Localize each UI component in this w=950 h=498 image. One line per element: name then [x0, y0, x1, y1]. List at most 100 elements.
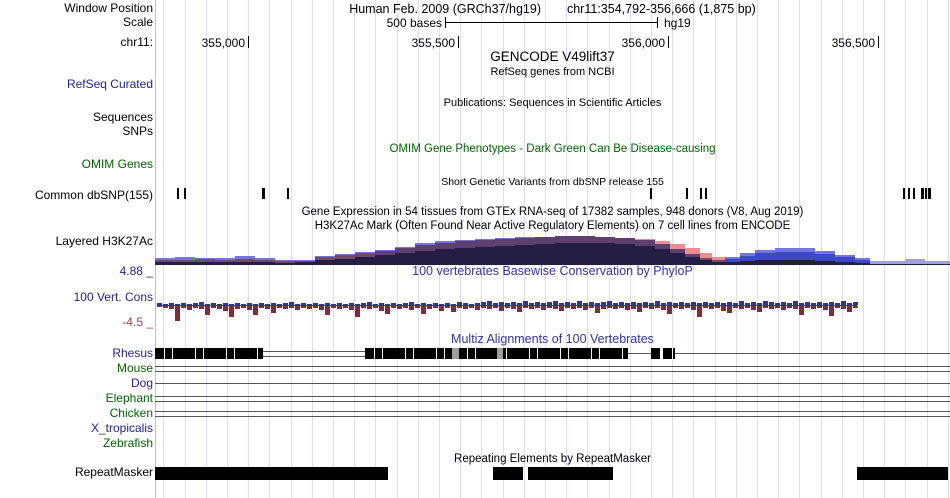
- phylop-positive-bar: [343, 304, 348, 305]
- phylop-negative-bar: [793, 306, 798, 309]
- gencode-track-title[interactable]: GENCODE V49lift37: [155, 50, 950, 64]
- alignment-double-line[interactable]: [155, 401, 950, 402]
- repeat-block[interactable]: [493, 467, 523, 480]
- phylop-positive-bar: [649, 303, 654, 305]
- phylop-positive-bar: [823, 303, 828, 305]
- h3k27ac-signal-bar: [655, 249, 670, 265]
- snp-variant-tick[interactable]: [913, 188, 915, 199]
- gtex-track-title[interactable]: Gene Expression in 54 tissues from GTEx …: [155, 206, 950, 219]
- phylop-positive-bar: [373, 304, 378, 305]
- h3k27ac-signal-bar: [155, 260, 175, 262]
- snp-variant-tick[interactable]: [287, 188, 289, 199]
- repeat-block[interactable]: [155, 467, 388, 480]
- snp-variant-tick[interactable]: [184, 188, 186, 199]
- track-label-elephant[interactable]: Elephant: [106, 392, 153, 405]
- repeatmasker-track-title[interactable]: Repeating Elements by RepeatMasker: [155, 453, 950, 466]
- h3k27ac-signal-bar: [925, 261, 950, 264]
- h3k27ac-signal-bar: [595, 237, 615, 243]
- snp-variant-tick[interactable]: [700, 188, 702, 199]
- phylop-negative-bar: [565, 306, 570, 308]
- phylop-positive-bar: [535, 302, 540, 305]
- track-label-100-vert-cons[interactable]: 100 Vert. Cons: [74, 291, 153, 304]
- h3k27ac-signal-bar: [855, 258, 870, 260]
- snp-variant-tick[interactable]: [903, 188, 905, 199]
- phylop-negative-bar: [373, 306, 378, 308]
- phylop-negative-bar: [571, 306, 576, 309]
- phylop-positive-bar: [667, 302, 672, 305]
- alignment-block[interactable]: [155, 348, 263, 359]
- alignment-single-line[interactable]: [628, 353, 651, 354]
- track-label-snps[interactable]: SNPs: [122, 125, 153, 138]
- track-label-rhesus[interactable]: Rhesus: [112, 347, 153, 360]
- track-label-common-dbsnp[interactable]: Common dbSNP(155): [35, 189, 153, 202]
- track-label-refseq-curated[interactable]: RefSeq Curated: [67, 78, 153, 91]
- h3k27ac-signal-bar: [175, 260, 195, 262]
- alignment-double-line[interactable]: [263, 356, 365, 357]
- alignment-double-line[interactable]: [263, 351, 365, 352]
- h3k27ac-track-title[interactable]: H3K27Ac Mark (Often Found Near Active Re…: [155, 220, 950, 233]
- alignment-block[interactable]: [651, 348, 660, 359]
- alignment-single-line[interactable]: [155, 383, 950, 384]
- track-label-mouse[interactable]: Mouse: [117, 362, 153, 375]
- track-label-sequences[interactable]: Sequences: [93, 111, 153, 124]
- track-label-layered-h3k27ac[interactable]: Layered H3K27Ac: [56, 235, 153, 248]
- alignment-single-line[interactable]: [675, 353, 950, 354]
- h3k27ac-signal-bar: [870, 264, 890, 265]
- phylop-positive-bar: [181, 303, 186, 305]
- phylop-track-title[interactable]: 100 vertebrates Basewise Conservation by…: [155, 265, 950, 278]
- h3k27ac-signal-bar: [740, 256, 755, 261]
- phylop-negative-bar: [577, 306, 582, 308]
- snp-variant-tick[interactable]: [925, 188, 927, 199]
- snp-variant-tick[interactable]: [908, 188, 910, 199]
- alignment-double-line[interactable]: [155, 416, 950, 417]
- snp-variant-tick[interactable]: [928, 188, 931, 199]
- phylop-negative-bar: [379, 306, 384, 311]
- h3k27ac-signal-bar: [235, 262, 255, 265]
- alignment-gray-block[interactable]: [452, 348, 459, 359]
- phylop-positive-bar: [163, 304, 168, 305]
- track-label-omim-genes[interactable]: OMIM Genes: [82, 158, 153, 171]
- snp-variant-tick[interactable]: [705, 188, 707, 199]
- dbsnp-track-title[interactable]: Short Genetic Variants from dbSNP releas…: [155, 176, 950, 189]
- multiz-track-title[interactable]: Multiz Alignments of 100 Vertebrates: [155, 333, 950, 346]
- track-label-x-tropicalis[interactable]: X_tropicalis: [91, 422, 153, 435]
- track-label-dog[interactable]: Dog: [131, 377, 153, 390]
- phylop-negative-bar: [241, 306, 246, 308]
- phylop-negative-bar: [475, 306, 480, 310]
- h3k27ac-signal-bar: [235, 259, 255, 262]
- h3k27ac-signal-bar: [415, 251, 435, 265]
- h3k27ac-signal-bar: [795, 260, 815, 265]
- phylop-negative-bar: [787, 306, 792, 308]
- phylop-positive-bar: [421, 303, 426, 305]
- phylop-positive-bar: [793, 301, 798, 305]
- ruler-tick-label: 355,500: [411, 36, 455, 50]
- refseq-track-title[interactable]: RefSeq genes from NCBI: [155, 66, 950, 79]
- phylop-negative-bar: [685, 306, 690, 308]
- h3k27ac-signal-bar: [755, 253, 775, 260]
- snp-variant-tick[interactable]: [686, 188, 688, 199]
- track-label-repeatmasker[interactable]: RepeatMasker: [75, 466, 153, 479]
- snp-variant-tick[interactable]: [650, 188, 652, 199]
- phylop-positive-bar: [727, 302, 732, 305]
- publications-track-title[interactable]: Publications: Sequences in Scientific Ar…: [155, 97, 950, 110]
- phylop-positive-bar: [301, 303, 306, 305]
- alignment-double-line[interactable]: [155, 396, 950, 397]
- snp-variant-tick[interactable]: [262, 188, 265, 199]
- repeat-block[interactable]: [857, 467, 948, 480]
- h3k27ac-signal-bar: [335, 259, 355, 265]
- alignment-gray-block[interactable]: [497, 348, 503, 359]
- track-label-zebrafish[interactable]: Zebrafish: [103, 437, 153, 450]
- alignment-block[interactable]: [663, 348, 675, 359]
- h3k27ac-signal-bar: [295, 260, 315, 261]
- alignment-double-line[interactable]: [155, 366, 950, 367]
- h3k27ac-signal-bar: [755, 250, 775, 253]
- track-label-chicken[interactable]: Chicken: [110, 407, 153, 420]
- alignment-double-line[interactable]: [155, 371, 950, 372]
- phylop-positive-bar: [583, 303, 588, 305]
- snp-variant-tick[interactable]: [921, 188, 924, 199]
- alignment-double-line[interactable]: [155, 411, 950, 412]
- repeat-block[interactable]: [528, 467, 613, 480]
- h3k27ac-signal-bar: [795, 248, 815, 252]
- omim-track-title[interactable]: OMIM Gene Phenotypes - Dark Green Can Be…: [155, 143, 950, 156]
- snp-variant-tick[interactable]: [177, 188, 179, 199]
